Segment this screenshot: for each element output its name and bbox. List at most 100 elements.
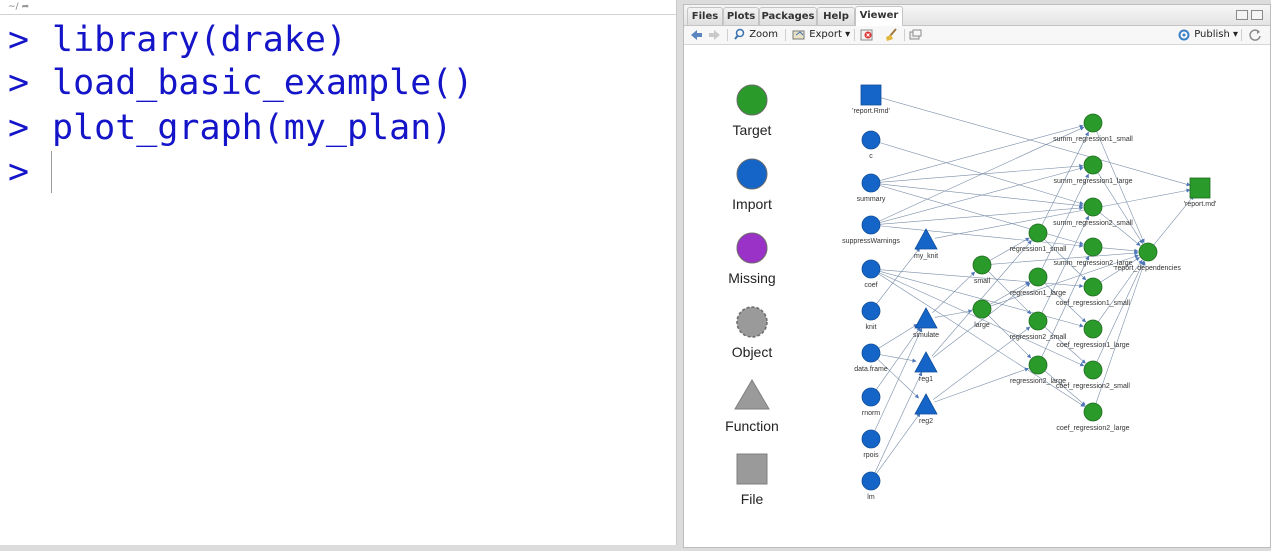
graph-node-knit[interactable]: knit bbox=[861, 301, 881, 331]
graph-node-c[interactable]: c bbox=[861, 130, 881, 160]
graph-node-shape[interactable] bbox=[1083, 277, 1103, 297]
graph-node-shape[interactable] bbox=[1083, 197, 1103, 217]
graph-node-small[interactable]: small bbox=[972, 255, 992, 285]
graph-node-shape[interactable] bbox=[861, 343, 881, 363]
maximize-pane-icon[interactable] bbox=[1251, 10, 1263, 20]
graph-node-shape[interactable] bbox=[914, 393, 938, 415]
graph-node-shape[interactable] bbox=[1083, 155, 1103, 175]
graph-node-shape[interactable] bbox=[1028, 355, 1048, 375]
graph-node-label: rnorm bbox=[862, 410, 880, 417]
graph-node-regression1-large[interactable]: regression1_large bbox=[1010, 267, 1066, 297]
graph-node-shape[interactable] bbox=[1083, 237, 1103, 257]
graph-node-shape[interactable] bbox=[1189, 177, 1211, 199]
graph-node-shape[interactable] bbox=[914, 307, 938, 329]
graph-node-shape[interactable] bbox=[972, 255, 992, 275]
graph-node-summ-regression1-small[interactable]: summ_regression1_small bbox=[1053, 113, 1133, 143]
graph-node-shape[interactable] bbox=[914, 228, 938, 250]
back-button[interactable] bbox=[689, 26, 703, 44]
clear-all-button[interactable] bbox=[883, 26, 899, 44]
graph-node-shape[interactable] bbox=[1083, 402, 1103, 422]
graph-node-label: simulate bbox=[913, 332, 939, 339]
legend-item-file: File bbox=[736, 453, 768, 507]
graph-nodes[interactable]: 'report.Rmd' c summary suppressWarnings coef… bbox=[842, 84, 1217, 501]
console-pane[interactable]: ~/➦ > library(drake) > load_basic_example(… bbox=[0, 0, 677, 545]
zoom-button[interactable]: Zoom bbox=[734, 26, 778, 44]
graph-edge bbox=[879, 124, 1084, 181]
legend-target-symbol bbox=[736, 84, 768, 116]
graph-node-coef-regression1-large[interactable]: coef_regression1_large bbox=[1056, 319, 1130, 349]
graph-node-summ-regression2-small[interactable]: summ_regression2_small bbox=[1053, 197, 1133, 227]
graph-node-shape[interactable] bbox=[1028, 223, 1048, 243]
show-in-window-button[interactable] bbox=[908, 26, 922, 44]
graph-node-data-frame[interactable]: data.frame bbox=[854, 343, 888, 373]
graph-node-large[interactable]: large bbox=[972, 299, 992, 329]
graph-node-reg2[interactable]: reg2 bbox=[914, 393, 938, 425]
graph-node-report-rmd[interactable]: 'report.Rmd' bbox=[852, 84, 890, 115]
graph-node-shape[interactable] bbox=[861, 130, 881, 150]
navigate-arrow-icon[interactable]: ➦ bbox=[22, 2, 30, 12]
graph-node-shape[interactable] bbox=[1028, 267, 1048, 287]
graph-node-lm[interactable]: lm bbox=[861, 471, 881, 501]
graph-node-shape[interactable] bbox=[860, 84, 882, 106]
graph-node-summ-regression1-large[interactable]: summ_regression1_large bbox=[1054, 155, 1133, 185]
graph-node-summary[interactable]: summary bbox=[857, 173, 886, 203]
publish-button[interactable]: Publish ▾ bbox=[1177, 26, 1238, 44]
dependency-graph[interactable]: Target Import Missing Object Function File 'r… bbox=[684, 45, 1270, 547]
legend-label: Target bbox=[733, 122, 772, 138]
legend-import-symbol bbox=[736, 158, 768, 190]
console-input-line[interactable]: > bbox=[8, 150, 668, 194]
graph-node-rpois[interactable]: rpois bbox=[861, 429, 881, 459]
graph-node-reg1[interactable]: reg1 bbox=[914, 351, 938, 383]
graph-node-shape[interactable] bbox=[1083, 319, 1103, 339]
viewer-pane: Files Plots Packages Help Viewer Zoom Ex… bbox=[683, 4, 1271, 548]
graph-node-coef-regression2-large[interactable]: coef_regression2_large bbox=[1056, 402, 1130, 432]
graph-node-shape[interactable] bbox=[861, 259, 881, 279]
console-prompt: > bbox=[8, 152, 30, 192]
graph-edge bbox=[879, 185, 1084, 246]
graph-node-shape[interactable] bbox=[914, 351, 938, 373]
legend-missing-symbol bbox=[736, 232, 768, 264]
graph-node-suppressWarnings[interactable]: suppressWarnings bbox=[842, 215, 900, 245]
graph-node-label: suppressWarnings bbox=[842, 238, 900, 245]
tab-files[interactable]: Files bbox=[687, 7, 723, 25]
graph-node-coef-regression2-small[interactable]: coef_regression2_small bbox=[1056, 360, 1130, 390]
legend-item-function: Function bbox=[725, 379, 779, 434]
graph-node-shape[interactable] bbox=[1083, 360, 1103, 380]
graph-node-shape[interactable] bbox=[1083, 113, 1103, 133]
legend-item-missing: Missing bbox=[728, 232, 776, 286]
broom-icon bbox=[886, 28, 897, 41]
remove-viewer-button[interactable] bbox=[860, 26, 874, 44]
graph-node-rnorm[interactable]: rnorm bbox=[861, 387, 881, 417]
tab-viewer[interactable]: Viewer bbox=[855, 6, 903, 26]
graph-node-shape[interactable] bbox=[861, 387, 881, 407]
graph-node-shape[interactable] bbox=[972, 299, 992, 319]
graph-node-regression2-small[interactable]: regression2_small bbox=[1010, 311, 1067, 341]
refresh-button[interactable] bbox=[1248, 26, 1262, 44]
graph-node-coef[interactable]: coef bbox=[861, 259, 881, 289]
graph-node-shape[interactable] bbox=[861, 471, 881, 491]
legend-item-import: Import bbox=[732, 158, 772, 212]
tab-plots[interactable]: Plots bbox=[723, 7, 759, 25]
graph-node-report-dependencies[interactable]: report_dependencies bbox=[1115, 242, 1181, 272]
publish-icon bbox=[1178, 29, 1190, 41]
graph-node-shape[interactable] bbox=[1028, 311, 1048, 331]
tab-help[interactable]: Help bbox=[817, 7, 855, 25]
graph-node-shape[interactable] bbox=[861, 173, 881, 193]
graph-node-shape[interactable] bbox=[861, 215, 881, 235]
minimize-pane-icon[interactable] bbox=[1236, 10, 1248, 20]
graph-node-shape[interactable] bbox=[1138, 242, 1158, 262]
graph-node-regression1-small[interactable]: regression1_small bbox=[1010, 223, 1067, 253]
divider bbox=[904, 29, 905, 41]
graph-node-report-md[interactable]: 'report.md' bbox=[1184, 177, 1217, 208]
divider bbox=[0, 14, 676, 15]
graph-node-shape[interactable] bbox=[861, 429, 881, 449]
graph-node-regression2-large[interactable]: regression2_large bbox=[1010, 355, 1066, 385]
graph-node-shape[interactable] bbox=[861, 301, 881, 321]
tab-packages[interactable]: Packages bbox=[759, 7, 817, 25]
export-button[interactable]: Export ▾ bbox=[792, 26, 850, 44]
graph-node-my-knit[interactable]: my_knit bbox=[914, 228, 938, 260]
console-command: plot_graph(my_plan) bbox=[52, 108, 453, 148]
graph-edge bbox=[874, 371, 923, 473]
graph-node-simulate[interactable]: simulate bbox=[913, 307, 939, 339]
forward-button[interactable] bbox=[708, 26, 722, 44]
